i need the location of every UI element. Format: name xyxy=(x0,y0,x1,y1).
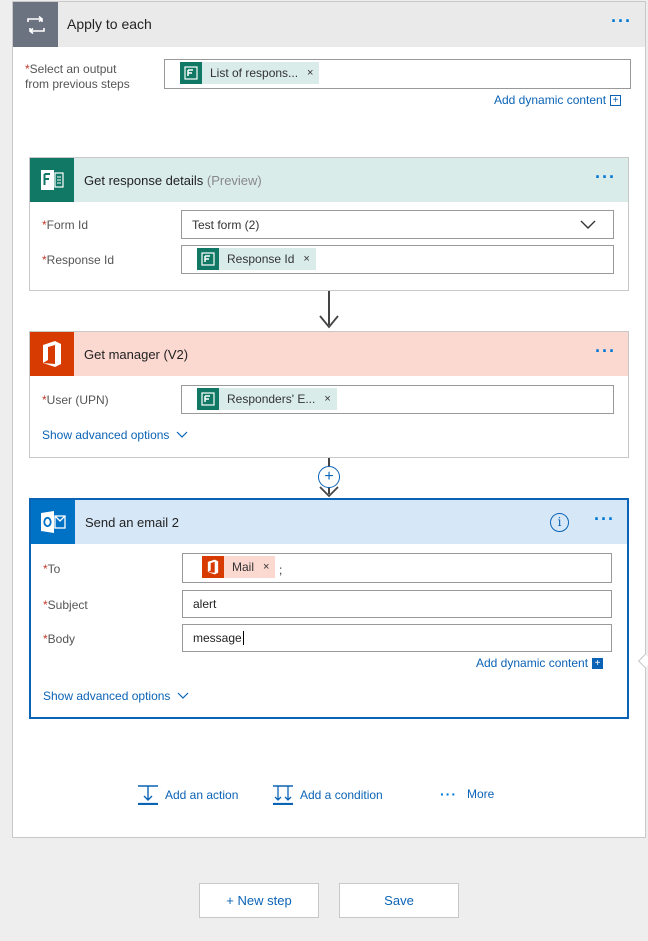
add-dynamic-content-link[interactable]: Add dynamic content + xyxy=(494,93,622,107)
chevron-down-icon xyxy=(580,219,596,233)
form-id-label: *Form Id xyxy=(42,218,89,232)
to-separator: ; xyxy=(279,563,283,577)
to-input[interactable]: Mail × ; xyxy=(182,553,612,583)
chevron-down-icon xyxy=(177,692,189,699)
office-icon xyxy=(30,332,74,376)
chevron-down-icon xyxy=(176,431,188,438)
body-input[interactable]: message xyxy=(182,624,612,652)
response-card-header[interactable]: Get response details (Preview) ··· xyxy=(30,158,628,202)
to-label: *To xyxy=(43,562,61,576)
manager-menu-dots-icon[interactable]: ··· xyxy=(595,342,616,360)
add-box-icon: + xyxy=(592,658,604,670)
forms-icon xyxy=(197,248,219,270)
form-id-value: Test form (2) xyxy=(192,218,260,232)
new-step-button[interactable]: + New step xyxy=(199,883,319,918)
mail-token[interactable]: Mail × xyxy=(202,556,276,578)
manager-card-header[interactable]: Get manager (V2) ··· xyxy=(30,332,628,376)
info-icon[interactable]: i xyxy=(550,513,569,532)
manager-card-title: Get manager (V2) xyxy=(84,347,189,362)
form-id-dropdown[interactable]: Test form (2) xyxy=(181,210,614,239)
insert-step-plus-icon[interactable]: + xyxy=(318,466,340,488)
remove-token-icon[interactable]: × xyxy=(307,67,313,79)
body-label: *Body xyxy=(43,632,76,646)
more-dots-icon: ··· xyxy=(440,786,457,802)
forms-icon xyxy=(30,158,74,202)
response-menu-dots-icon[interactable]: ··· xyxy=(595,168,616,186)
remove-token-icon[interactable]: × xyxy=(263,561,269,573)
outlook-icon xyxy=(31,500,75,544)
response-id-input[interactable]: Response Id × xyxy=(181,245,614,274)
user-upn-label: *User (UPN) xyxy=(42,393,109,407)
apply-to-each-title: Apply to each xyxy=(67,16,152,32)
add-box-icon: + xyxy=(610,95,622,107)
add-action-icon xyxy=(138,785,158,805)
email-card-title: Send an email 2 xyxy=(85,515,179,530)
email-menu-dots-icon[interactable]: ··· xyxy=(594,510,615,528)
send-email-card: Send an email 2 i ··· *To Mail × ; *Subj… xyxy=(29,498,629,719)
forms-icon xyxy=(180,62,202,84)
apply-menu-dots-icon[interactable]: ··· xyxy=(611,12,632,30)
remove-token-icon[interactable]: × xyxy=(303,253,309,265)
list-of-responses-token[interactable]: List of respons... × xyxy=(180,62,320,84)
response-id-token[interactable]: Response Id × xyxy=(197,248,316,270)
forms-icon xyxy=(197,388,219,410)
email-card-header[interactable]: Send an email 2 i ··· xyxy=(31,500,627,544)
add-condition-icon xyxy=(273,785,293,805)
add-condition-button[interactable]: Add a condition xyxy=(272,785,383,805)
subject-label: *Subject xyxy=(43,598,88,612)
apply-to-each-header[interactable]: Apply to each ··· xyxy=(13,2,645,47)
response-card-title: Get response details (Preview) xyxy=(84,173,262,188)
show-advanced-options-link[interactable]: Show advanced options xyxy=(42,428,188,442)
responders-email-token[interactable]: Responders' E... × xyxy=(197,388,337,410)
subject-input[interactable]: alert xyxy=(182,590,612,618)
add-dynamic-content-link[interactable]: Add dynamic content + xyxy=(476,656,604,670)
add-action-button[interactable]: Add an action xyxy=(137,785,238,805)
show-advanced-options-link[interactable]: Show advanced options xyxy=(43,689,189,703)
loop-icon xyxy=(13,2,58,47)
select-output-input[interactable]: List of respons... × xyxy=(164,59,631,89)
select-output-label: *Select an output from previous steps xyxy=(25,62,130,91)
user-upn-input[interactable]: Responders' E... × xyxy=(181,385,614,414)
get-manager-card: Get manager (V2) ··· *User (UPN) Respond… xyxy=(29,331,629,458)
response-id-label: *Response Id xyxy=(42,253,115,267)
office-icon xyxy=(202,556,224,578)
preview-label: (Preview) xyxy=(206,173,262,188)
get-response-details-card: Get response details (Preview) ··· *Form… xyxy=(29,157,629,291)
body-value: message xyxy=(193,631,244,645)
save-button[interactable]: Save xyxy=(339,883,459,918)
subject-value: alert xyxy=(193,597,217,611)
remove-token-icon[interactable]: × xyxy=(324,393,330,405)
more-button[interactable]: ··· More xyxy=(440,787,494,801)
